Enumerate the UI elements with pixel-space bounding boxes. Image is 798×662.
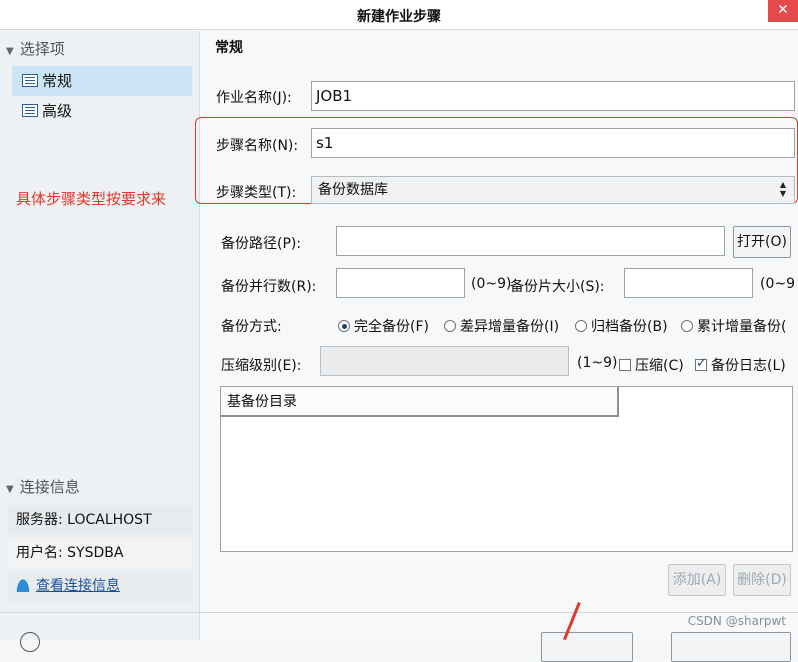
radio-checked-icon	[338, 320, 350, 332]
title-bar: 新建作业步骤 ✕	[0, 0, 798, 30]
sidebar-item-label: 常规	[42, 72, 73, 90]
list-icon	[22, 74, 38, 87]
sidebar-item-advanced[interactable]: 高级	[12, 96, 192, 126]
footer-button[interactable]	[671, 632, 791, 662]
close-button[interactable]: ✕	[768, 0, 798, 22]
user-icon	[16, 578, 30, 592]
radio-icon	[681, 320, 693, 332]
parallel-label: 备份并行数(R):	[221, 279, 317, 295]
options-section-header[interactable]: ▼ 选择项	[6, 37, 65, 61]
list-icon	[22, 104, 38, 117]
step-name-label: 步骤名称(N):	[216, 138, 299, 154]
footer-divider	[0, 612, 798, 613]
add-button[interactable]: 添加(A)	[668, 564, 726, 596]
step-type-label: 步骤类型(T):	[216, 185, 297, 201]
method-full-label: 完全备份(F)	[354, 319, 429, 335]
window-title: 新建作业步骤	[357, 9, 441, 25]
piece-size-input[interactable]	[624, 268, 753, 298]
server-info: 服务器: LOCALHOST	[8, 505, 192, 535]
user-info: 用户名: SYSDBA	[8, 538, 192, 568]
base-backup-table[interactable]: 基备份目录	[220, 386, 793, 552]
backup-path-label: 备份路径(P):	[221, 236, 302, 252]
piece-range: (0~9	[760, 276, 796, 292]
collapse-triangle-icon: ▼	[6, 484, 14, 495]
checkbox-checked-icon	[695, 356, 707, 371]
log-checkbox-label: 备份日志(L)	[711, 358, 786, 374]
options-header-label: 选择项	[19, 40, 65, 58]
compress-label: 压缩级别(E):	[221, 358, 302, 374]
step-name-input[interactable]: s1	[311, 128, 795, 158]
delete-button[interactable]: 删除(D)	[733, 564, 791, 596]
connection-header-label: 连接信息	[19, 478, 80, 496]
piece-size-label: 备份片大小(S):	[510, 279, 605, 295]
connection-section-header[interactable]: ▼ 连接信息	[6, 475, 80, 499]
radio-icon	[575, 320, 587, 332]
watermark: CSDN @sharpwt	[687, 614, 786, 628]
open-button[interactable]: 打开(O)	[733, 226, 791, 258]
help-icon[interactable]	[20, 632, 40, 652]
method-full-option[interactable]: 完全备份(F)	[338, 316, 429, 336]
method-label: 备份方式:	[221, 319, 282, 335]
section-title: 常规	[215, 40, 243, 56]
sidebar-item-label: 高级	[42, 102, 73, 120]
left-panel: ▼ 选择项 常规 高级 ▼ 连接信息 服务器: LOCALHOST 用户名: SYS…	[0, 31, 200, 640]
method-cumulative-label: 累计增量备份(	[697, 319, 787, 335]
method-diff-label: 差异增量备份(I)	[460, 319, 560, 335]
backup-path-input[interactable]	[336, 226, 725, 256]
parallel-range: (0~9)	[471, 276, 512, 292]
view-connection-row: 查看连接信息	[8, 571, 192, 601]
compress-input[interactable]	[320, 346, 569, 376]
method-archive-label: 归档备份(B)	[591, 319, 668, 335]
spinner-arrows-icon: ▲ ▼	[779, 180, 786, 198]
table-header[interactable]: 基备份目录	[221, 387, 619, 417]
log-checkbox[interactable]: 备份日志(L)	[695, 355, 786, 375]
radio-icon	[444, 320, 456, 332]
job-name-label: 作业名称(J):	[216, 90, 292, 106]
sidebar-item-general[interactable]: 常规	[12, 66, 192, 96]
footer-button[interactable]	[541, 632, 633, 662]
compress-range: (1~9)	[577, 355, 618, 371]
compress-checkbox-label: 压缩(C)	[635, 358, 684, 374]
method-archive-option[interactable]: 归档备份(B)	[575, 316, 668, 336]
step-type-select[interactable]: 备份数据库 ▲ ▼	[311, 176, 795, 204]
parallel-input[interactable]	[336, 268, 465, 298]
collapse-triangle-icon: ▼	[6, 46, 14, 57]
compress-checkbox[interactable]: 压缩(C)	[619, 355, 684, 375]
method-cumulative-option[interactable]: 累计增量备份(	[681, 316, 798, 336]
step-type-value: 备份数据库	[318, 182, 388, 198]
job-name-input[interactable]: JOB1	[311, 81, 795, 111]
checkbox-icon	[619, 359, 631, 371]
method-diff-option[interactable]: 差异增量备份(I)	[444, 316, 559, 336]
annotation-note: 具体步骤类型按要求来	[16, 190, 167, 208]
view-connection-link[interactable]: 查看连接信息	[36, 578, 120, 594]
